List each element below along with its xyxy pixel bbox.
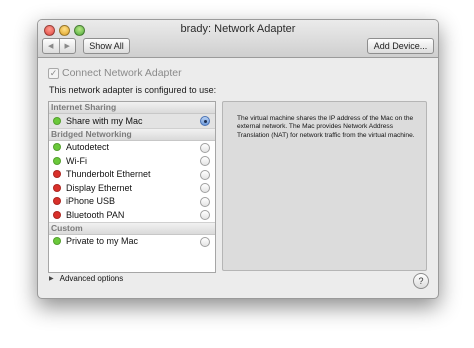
help-button[interactable]: ? [413, 273, 429, 289]
checkbox-check-icon: ✓ [48, 67, 59, 79]
description-text: The virtual machine shares the IP addres… [237, 115, 415, 139]
list-item-label: Wi-Fi [66, 155, 87, 166]
radio-button[interactable] [200, 196, 210, 207]
status-dot-icon [53, 210, 61, 219]
list-item-share-with-my-mac[interactable]: Share with my Mac [49, 114, 215, 128]
list-item-label: Bluetooth PAN [66, 209, 125, 220]
list-item-iphone-usb[interactable]: iPhone USB [49, 195, 215, 209]
advanced-options-disclosure[interactable]: ▶ Advanced options [49, 274, 123, 283]
group-header-internet-sharing: Internet Sharing [49, 102, 215, 114]
status-dot-icon [53, 143, 61, 152]
disclosure-triangle-icon: ▶ [49, 276, 54, 282]
advanced-options-label: Advanced options [59, 274, 124, 283]
radio-button[interactable] [200, 116, 210, 126]
status-dot-icon [53, 116, 61, 125]
status-dot-icon [53, 183, 61, 192]
connect-network-adapter-checkbox[interactable]: ✓ Connect Network Adapter [48, 67, 182, 79]
list-item-label: Display Ethernet [66, 182, 133, 193]
list-item-label: iPhone USB [66, 196, 116, 207]
navigation-buttons: ◀ ▶ [42, 38, 76, 54]
list-item-label: Autodetect [66, 142, 110, 153]
status-dot-icon [53, 197, 61, 206]
configured-label: This network adapter is configured to us… [49, 85, 217, 95]
status-dot-icon [53, 170, 61, 179]
preferences-window: brady: Network Adapter ◀ ▶ Show All Add … [37, 19, 439, 299]
list-item-private-to-my-mac[interactable]: Private to my Mac [49, 235, 215, 249]
list-item-wi-fi[interactable]: Wi-Fi [49, 154, 215, 168]
back-arrow-icon: ◀ [48, 43, 54, 50]
show-all-button[interactable]: Show All [83, 38, 130, 54]
status-dot-icon [53, 156, 61, 165]
radio-button[interactable] [200, 236, 210, 247]
add-device-button[interactable]: Add Device... [367, 38, 434, 54]
list-item-autodetect[interactable]: Autodetect [49, 141, 215, 155]
list-item-label: Thunderbolt Ethernet [66, 169, 151, 180]
forward-arrow-icon: ▶ [64, 43, 70, 50]
title-bar: brady: Network Adapter ◀ ▶ Show All Add … [38, 20, 438, 58]
group-header-bridged-networking: Bridged Networking [49, 127, 215, 141]
back-button[interactable]: ◀ [43, 39, 60, 53]
list-item-bluetooth-pan[interactable]: Bluetooth PAN [49, 208, 215, 222]
list-item-label: Private to my Mac [66, 236, 139, 247]
radio-button[interactable] [200, 169, 210, 180]
window-title: brady: Network Adapter [180, 23, 296, 35]
status-dot-icon [53, 237, 61, 246]
radio-button[interactable] [200, 142, 210, 153]
list-item-thunderbolt-ethernet[interactable]: Thunderbolt Ethernet [49, 168, 215, 182]
radio-button[interactable] [200, 156, 210, 166]
network-source-list: Internet Sharing Share with my Mac Bridg… [48, 101, 216, 273]
list-item-label: Share with my Mac [66, 115, 143, 126]
radio-button[interactable] [200, 183, 210, 193]
connect-network-adapter-label: Connect Network Adapter [62, 67, 182, 79]
group-header-custom: Custom [49, 221, 215, 235]
forward-button[interactable]: ▶ [60, 39, 76, 53]
list-item-display-ethernet[interactable]: Display Ethernet [49, 181, 215, 195]
radio-button[interactable] [200, 210, 210, 220]
description-panel: The virtual machine shares the IP addres… [222, 101, 427, 271]
